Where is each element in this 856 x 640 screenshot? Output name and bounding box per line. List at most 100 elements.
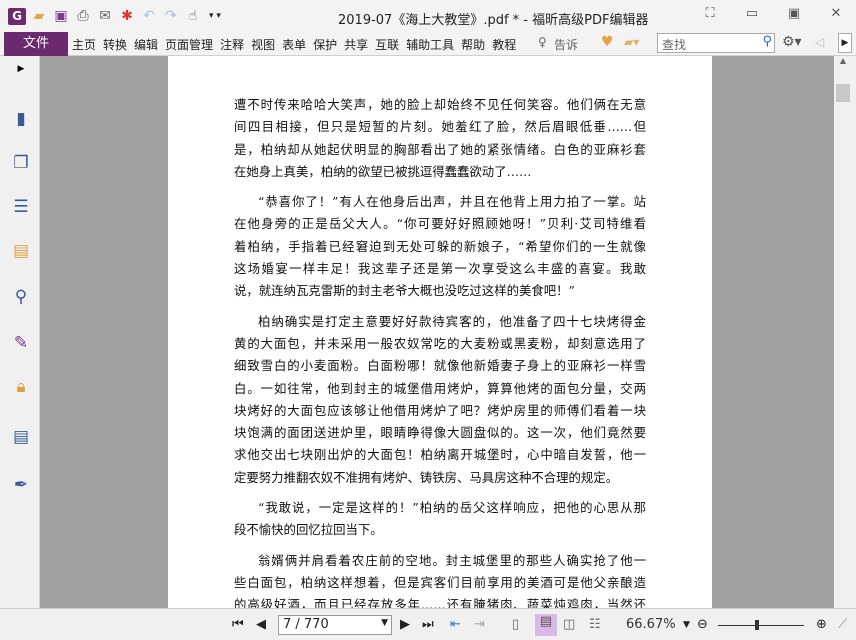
ribbon-back-icon[interactable]: ◁ [815,35,824,49]
next-view-icon[interactable]: ⇥ [474,617,485,632]
bookmark-icon[interactable]: ▮ [10,108,32,130]
fullscreen-icon[interactable]: ⛶ [700,6,720,21]
text-line: 间四目相接，但只是短暂的片刻。她羞红了脸，然后眉眼低垂……但 [234,119,646,135]
new-document-icon[interactable]: ✱ [118,8,136,25]
tab-help[interactable]: 帮助 [461,36,485,53]
open-folder-icon[interactable]: ▰ [30,8,48,25]
customize-dropdown-icon[interactable]: ▾ ▾ [206,8,224,25]
lightbulb-icon[interactable]: ♀ [538,35,547,49]
pdf-page: 遭不时传来哈哈大笑声，她的脸上却始终不见任何笑容。他们俩在无意 间四目相接，但只是… [168,56,712,608]
undo-icon[interactable]: ↶ [140,8,158,25]
next-page-button[interactable]: ▶ [400,617,410,632]
tab-connect[interactable]: 互联 [375,36,399,53]
continuous-view-icon[interactable]: ▤ [535,614,557,636]
tab-form[interactable]: 表单 [282,36,306,53]
text-line: 说，就连纳瓦克雷斯的封主老爷大概也没吃过这样的美食吧！” [234,283,575,299]
zoom-out-icon[interactable]: ⊖ [697,617,708,632]
certify-pen-icon[interactable]: ✒ [10,474,32,496]
text-line: 块饱满的面团送进炉里，眼睛睁得像大圆盘似的。这一次，他们竟然要 [234,425,646,441]
tab-protect[interactable]: 保护 [313,36,337,53]
expand-panel-icon[interactable]: ▶ [10,58,32,80]
continuous-facing-view-icon[interactable]: ☷ [589,617,601,632]
previous-page-button[interactable]: ◀ [256,617,266,632]
tab-page-management[interactable]: 页面管理 [165,36,213,53]
tab-comment[interactable]: 注释 [220,36,244,53]
tab-accessibility[interactable]: 辅助工具 [406,36,454,53]
search-icon[interactable]: ⚲ [762,34,772,49]
zoom-in-icon[interactable]: ⊕ [816,617,827,632]
tab-tutorial[interactable]: 教程 [492,36,516,53]
page-dropdown-icon[interactable]: ▼ [381,618,388,628]
previous-view-icon[interactable]: ⇤ [450,617,461,632]
text-line: 翁婿俩并肩看着农庄前的空地。封主城堡里的那些人确实抢了他一 [258,552,646,568]
text-line: 是，柏纳却从她起伏明显的胸部看出了她的紧张情绪。白色的亚麻衫套 [234,141,646,157]
status-bar: ⏮ ◀ 7 / 770 ▼ ▶ ⏭ ⇤ ⇥ ▯ ▤ ◫ ☷ 66.67% ▼ ⊖ … [0,608,856,640]
zoom-level[interactable]: 66.67% [626,617,676,632]
page-thumbnails-icon[interactable]: ❐ [10,152,32,174]
text-line: 定要努力推翻农奴不准拥有烤炉、铸铁房、马具房这种不合理的规定。 [234,469,619,485]
single-page-view-icon[interactable]: ▯ [512,617,519,632]
scroll-up-icon[interactable]: ▲ [834,56,852,65]
text-line: 黄的大面包，并未采用一般农奴常吃的大麦粉或黑麦粉，却刻意选用了 [234,335,646,351]
tab-home[interactable]: 主页 [72,36,96,53]
signature-icon[interactable]: ✎ [10,332,32,354]
text-line: 段不愉快的回忆拉回当下。 [234,522,383,538]
document-canvas[interactable]: 遭不时传来哈哈大笑声，她的脸上却始终不见任何笑容。他们俩在无意 间四目相接，但只是… [40,56,834,608]
navigation-panel: ▶ ▮ ❐ ☰ ▤ ⚲ ✎ 🔒︎ ▤ ✒ [0,56,40,608]
ribbon-scroll-right-icon[interactable]: ▶ [838,33,852,53]
text-line: 柏纳确实是打定主意要好好款待宾客的，他准备了四十七块烤得金 [258,313,646,329]
text-line: 求他交出七块刚出炉的大面包！柏纳离开城堡时，心中暗自发誓，他一 [234,447,646,463]
text-line: 这场婚宴一样丰足！我这辈子还是第一次享受这么丰盛的喜宴。我敢 [234,261,646,277]
text-line: “我敢说，一定是这样的！”柏纳的岳父这样响应，把他的心思从那 [258,500,646,516]
tab-share[interactable]: 共享 [344,36,368,53]
last-page-button[interactable]: ⏭ [422,617,434,632]
facing-view-icon[interactable]: ◫ [563,617,575,632]
page-number-value: 7 / 770 [283,617,329,632]
page-number-field[interactable]: 7 / 770 ▼ [278,615,392,635]
maximize-button[interactable]: ▣ [784,6,804,21]
tab-view[interactable]: 视图 [251,36,275,53]
text-line: 细致雪白的小麦面粉。白面粉哪！就像他新婚妻子身上的亚麻衫一样雪 [234,358,646,374]
resize-grip-icon[interactable]: ⟋ [838,617,847,632]
text-line: 在他身旁的正是岳父大人。“你可要好好照顾她呀！”贝利·艾司特维看 [234,216,646,232]
first-page-button[interactable]: ⏮ [232,617,244,632]
search-placeholder: 查找 [662,38,687,52]
text-line: 白。一如往常，他到封主的城堡借用烤炉，算算他烤的面包分量，交两 [234,380,646,396]
tab-convert[interactable]: 转换 [103,36,127,53]
text-line: 着柏纳，手指着已经窘迫到无处可躲的新娘子，“希望你们的一生就像 [234,238,646,254]
text-line: 的高级好酒，而且已经存放多年……还有腌猪肉、蔬菜炖鸡肉，当然还 [234,597,646,608]
folder-search-icon[interactable]: ▰▾ [624,35,639,49]
zoom-dropdown-icon[interactable]: ▼ [683,620,690,630]
zoom-slider-thumb[interactable] [754,620,759,630]
text-line: 遭不时传来哈哈大笑声，她的脸上却始终不见任何笑容。他们俩在无意 [234,97,646,112]
app-logo-icon[interactable]: G [8,8,26,25]
page-text: 遭不时传来哈哈大笑声，她的脸上却始终不见任何笑容。他们俩在无意 间四目相接，但只是… [234,94,646,608]
settings-gear-icon[interactable]: ⚙▾ [782,34,802,50]
close-button[interactable]: ✕ [826,6,846,21]
tell-me-input[interactable]: 告诉 [554,36,578,53]
window-title: 2019-07《海上大教堂》.pdf * - 福昕高级PDF编辑器 [338,13,649,28]
comments-icon[interactable]: ▤ [10,240,32,262]
print-icon[interactable]: ⎙ [74,8,92,25]
security-lock-icon[interactable]: 🔒︎ [10,376,32,398]
save-icon[interactable]: ▣ [52,8,70,25]
attachments-icon[interactable]: ⚲ [10,286,32,308]
layers-icon[interactable]: ☰ [10,196,32,218]
vertical-scrollbar[interactable]: ▲ [834,56,852,608]
text-line: 块烤好的大面包应该够让他借用烤炉了吧？烤炉房里的师傅们看着一块 [234,402,646,418]
scrollbar-thumb[interactable] [836,84,850,102]
minimize-button[interactable]: ▭ [742,6,762,21]
text-line: 在她身上真美，柏纳的欲望已被挑逗得蠢蠢欲动了…… [234,163,532,179]
hand-tool-icon[interactable]: ☝ [184,8,202,25]
content-list-icon[interactable]: ▤ [10,426,32,448]
tab-file[interactable]: 文件 [4,32,68,56]
favorite-heart-icon[interactable]: ♥ [601,34,614,50]
text-line: 些白面包，柏纳这样想着，但是宾客们目前享用的美酒可是他父亲酿造 [234,574,646,590]
search-input[interactable]: 查找 ⚲ [657,33,775,53]
tab-edit[interactable]: 编辑 [134,36,158,53]
title-bar: G ▰ ▣ ⎙ ✉ ✱ ↶ ↷ ☝ ▾ ▾ 2019-07《海上大教堂》.pdf… [0,0,856,32]
email-icon[interactable]: ✉ [96,8,114,25]
redo-icon[interactable]: ↷ [162,8,180,25]
zoom-slider[interactable] [718,625,804,626]
text-line: “恭喜你了！”有人在他身后出声，并且在他背上用力拍了一掌。站 [258,194,646,210]
